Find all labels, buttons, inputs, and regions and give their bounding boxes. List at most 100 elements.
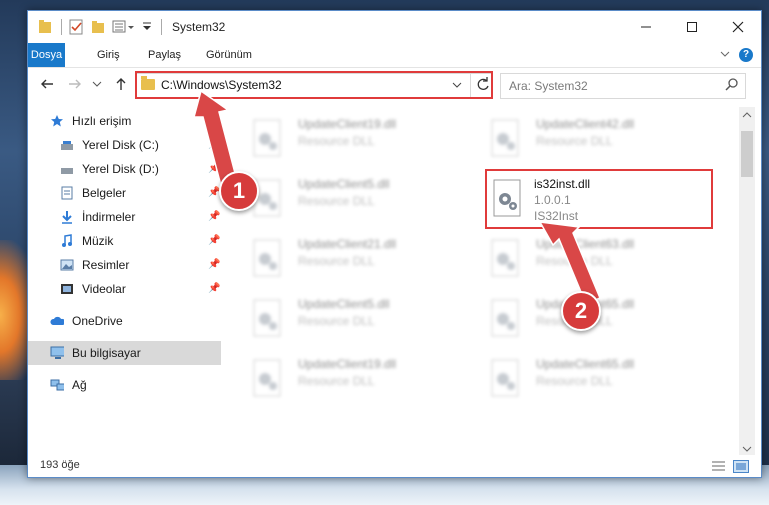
chevron-down-icon[interactable] (142, 19, 152, 35)
pin-icon[interactable]: 📌 (208, 133, 220, 157)
file-description: Resource DLL (298, 314, 375, 328)
file-name: UpdateClient65.dll (536, 357, 635, 371)
file-name: UpdateClient19.dll (298, 357, 397, 371)
minimize-icon (641, 26, 651, 28)
sidebar-item-pictures[interactable]: Resimler 📌 (28, 253, 222, 277)
sidebar-item-label: Yerel Disk (D:) (82, 162, 159, 176)
file-description: Resource DLL (536, 254, 613, 268)
file-name: UpdateClient63.dll (536, 237, 635, 251)
file-name: UpdateClient5.dll (298, 297, 390, 311)
expand-ribbon-icon[interactable] (719, 47, 731, 61)
sidebar-item-label: Bu bilgisayar (72, 346, 141, 360)
star-icon (51, 115, 63, 127)
tab-file[interactable]: Dosya (28, 43, 65, 67)
minimize-button[interactable] (623, 11, 669, 43)
search-icon[interactable] (725, 77, 739, 93)
documents-icon (61, 186, 73, 200)
file-item[interactable]: UpdateClient19.dll Resource DLL (244, 353, 474, 403)
scrollbar-thumb[interactable] (741, 131, 753, 177)
file-description: Resource DLL (298, 194, 375, 208)
back-button[interactable] (38, 76, 56, 94)
pictures-icon (60, 259, 74, 271)
file-list: UpdateClient19.dll Resource DLL UpdateCl… (236, 107, 738, 451)
sidebar-item-downloads[interactable]: İndirmeler 📌 (28, 205, 222, 229)
divider (61, 19, 62, 35)
arrow-right-icon (69, 79, 81, 89)
pin-icon[interactable]: 📌 (208, 229, 220, 253)
sidebar-item-documents[interactable]: Belgeler 📌 (28, 181, 222, 205)
sidebar-item-music[interactable]: Müzik 📌 (28, 229, 222, 253)
recent-locations-button[interactable] (88, 76, 106, 94)
status-bar: 193 öğe (28, 455, 761, 477)
file-name: UpdateClient21.dll (298, 237, 397, 251)
navigation-pane: Hızlı erişim Yerel Disk (C:) 📌 Yerel Dis… (28, 107, 222, 451)
file-item[interactable]: UpdateClient65.dll Resource DLL (482, 353, 712, 403)
file-description: Resource DLL (536, 134, 613, 148)
scroll-up-icon[interactable] (742, 111, 752, 119)
file-description: Resource DLL (536, 374, 613, 388)
vertical-scrollbar[interactable] (739, 107, 755, 455)
sidebar-item-label: İndirmeler (82, 210, 136, 224)
tab-view[interactable]: Görünüm (196, 43, 262, 67)
details-view-icon[interactable] (711, 460, 725, 471)
cloud-icon (50, 316, 64, 325)
divider (161, 19, 162, 35)
file-item[interactable]: UpdateClient42.dll Resource DLL (482, 113, 712, 163)
pin-icon[interactable]: 📌 (208, 277, 220, 301)
maximize-icon (687, 22, 697, 32)
sidebar-item-quick-access[interactable]: Hızlı erişim (28, 109, 222, 133)
customize-toolbar-icon[interactable] (112, 19, 134, 35)
search-placeholder: Ara: System32 (509, 79, 588, 93)
help-icon[interactable]: ? (739, 48, 753, 62)
sidebar-item-label: Ağ (72, 378, 87, 392)
drive-icon (61, 168, 73, 174)
sidebar-item-label: OneDrive (72, 314, 123, 328)
file-item[interactable]: UpdateClient5.dll Resource DLL (244, 293, 474, 343)
download-icon (62, 211, 72, 224)
item-count: 193 öğe (40, 459, 80, 471)
file-item[interactable]: UpdateClient63.dll Resource DLL (482, 233, 712, 283)
computer-icon (50, 346, 64, 359)
close-button[interactable] (715, 11, 761, 43)
pin-icon[interactable]: 📌 (208, 157, 220, 181)
maximize-button[interactable] (669, 11, 715, 43)
sidebar-item-network[interactable]: Ağ (28, 373, 222, 397)
file-item[interactable]: UpdateClient21.dll Resource DLL (244, 233, 474, 283)
sidebar-item-videos[interactable]: Videolar 📌 (28, 277, 222, 301)
title-bar: System32 (28, 11, 761, 43)
tab-share[interactable]: Paylaş (138, 43, 191, 67)
search-input[interactable]: Ara: System32 (500, 73, 746, 99)
sidebar-item-label: Müzik (82, 234, 114, 248)
window-title: System32 (172, 20, 226, 34)
pin-icon[interactable]: 📌 (208, 253, 220, 277)
file-description: Resource DLL (298, 254, 375, 268)
pin-icon[interactable]: 📌 (208, 205, 220, 229)
tab-home[interactable]: Giriş (87, 43, 130, 67)
sidebar-item-this-pc[interactable]: Bu bilgisayar (28, 341, 221, 365)
new-folder-icon[interactable] (91, 19, 105, 35)
file-highlight (485, 169, 713, 229)
arrow-left-icon (41, 79, 53, 89)
up-button[interactable] (112, 76, 130, 94)
large-icons-view-icon[interactable] (733, 460, 749, 473)
folder-icon (39, 20, 51, 33)
file-name: UpdateClient5.dll (298, 177, 390, 191)
dll-file-icon (253, 239, 281, 277)
forward-button[interactable] (66, 76, 84, 94)
dll-file-icon (253, 359, 281, 397)
sidebar-item-onedrive[interactable]: OneDrive (28, 309, 222, 333)
drive-icon (61, 141, 73, 150)
step-badge-2: 2 (561, 291, 601, 331)
sidebar-item-label: Belgeler (82, 186, 127, 200)
file-item[interactable]: UpdateClient5.dll Resource DLL (244, 173, 474, 223)
sidebar-item-label: Hızlı erişim (72, 114, 132, 128)
file-description: Resource DLL (298, 134, 375, 148)
scroll-down-icon[interactable] (742, 445, 752, 453)
properties-icon[interactable] (69, 19, 83, 35)
sidebar-item-local-disk-c[interactable]: Yerel Disk (C:) 📌 (28, 133, 222, 157)
file-item[interactable]: UpdateClient19.dll Resource DLL (244, 113, 474, 163)
dll-file-icon (253, 119, 281, 157)
file-name: UpdateClient42.dll (536, 117, 635, 131)
sidebar-item-local-disk-d[interactable]: Yerel Disk (D:) 📌 (28, 157, 222, 181)
chevron-down-icon (92, 81, 102, 87)
